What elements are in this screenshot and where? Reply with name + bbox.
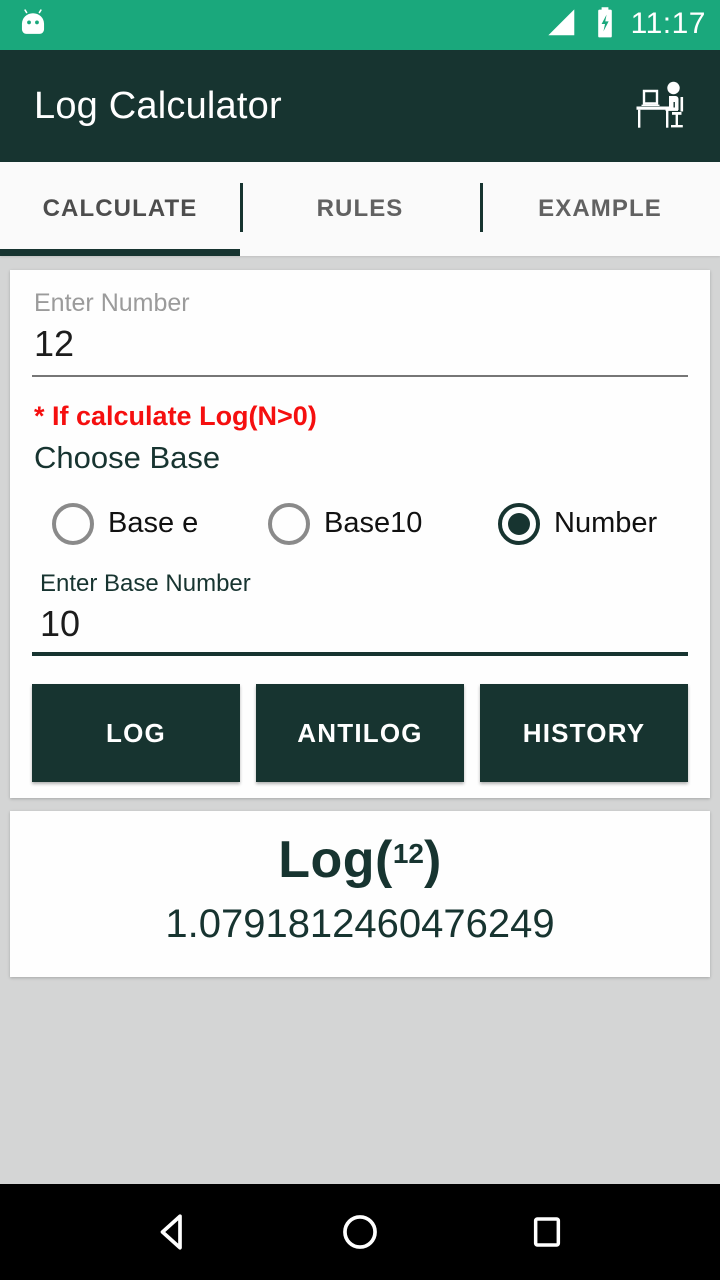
tab-example-label: EXAMPLE — [538, 195, 662, 222]
home-icon[interactable] — [324, 1196, 396, 1268]
result-expression-prefix: Log( — [278, 831, 393, 890]
tab-calculate[interactable]: CALCULATE — [0, 162, 240, 256]
tab-rules-label: RULES — [316, 195, 404, 222]
base-field-label: Enter Base Number — [40, 569, 251, 597]
tab-bar: CALCULATE RULES EXAMPLE — [0, 162, 720, 256]
page-title: Log Calculator — [34, 85, 282, 127]
tab-example[interactable]: EXAMPLE — [480, 162, 720, 256]
calculate-form-card: Enter Number 12 * If calculate Log(N>0) … — [10, 270, 710, 799]
battery-charging-icon — [593, 6, 617, 45]
number-field-label: Enter Number — [34, 289, 190, 317]
radio-circle-icon — [52, 502, 94, 545]
result-card: Log(12) 1.0791812460476249 — [10, 811, 710, 978]
tab-active-indicator — [0, 249, 240, 256]
recents-icon[interactable] — [511, 1196, 583, 1268]
base-number-input[interactable]: 10 — [32, 599, 688, 648]
number-input[interactable]: 12 — [32, 319, 688, 368]
base-input-underline — [32, 652, 688, 657]
result-expression-suffix: ) — [423, 831, 442, 890]
result-value: 1.0791812460476249 — [165, 902, 555, 947]
android-head-icon — [16, 6, 50, 45]
app-bar: Log Calculator — [0, 50, 720, 162]
status-bar-clock: 11:17 — [630, 7, 706, 40]
radio-circle-selected-icon — [498, 502, 540, 545]
app-root: 11:17 Log Calculator CALCULATE RULES EXA… — [0, 0, 720, 1280]
base-field-group: Enter Base Number 10 — [32, 569, 688, 657]
radio-circle-icon — [268, 502, 310, 545]
back-icon[interactable] — [137, 1196, 209, 1268]
result-expression: Log(12) — [10, 831, 710, 891]
warning-text: * If calculate Log(N>0) — [34, 401, 317, 432]
result-expression-argument: 12 — [392, 838, 424, 870]
status-bar-right: 11:17 — [545, 6, 706, 45]
number-field-group: Enter Number 12 — [32, 288, 688, 378]
history-button[interactable]: HISTORY — [480, 684, 688, 783]
signal-icon — [545, 8, 579, 43]
tab-rules[interactable]: RULES — [240, 162, 480, 256]
radio-option-number[interactable]: Number — [490, 502, 658, 545]
radio-option-base-10[interactable]: Base10 — [260, 502, 490, 545]
status-bar: 11:17 — [0, 0, 720, 50]
system-navigation-bar — [0, 1184, 720, 1280]
tab-calculate-label: CALCULATE — [42, 195, 198, 222]
person-at-desk-icon[interactable] — [622, 68, 698, 144]
choose-base-title: Choose Base — [34, 440, 221, 476]
radio-label-base-10: Base10 — [324, 507, 423, 540]
log-button[interactable]: LOG — [32, 684, 240, 783]
base-radio-group: Base e Base10 Number — [32, 477, 688, 569]
action-button-row: LOG ANTILOG HISTORY — [32, 662, 688, 783]
content-area: Enter Number 12 * If calculate Log(N>0) … — [0, 256, 720, 1184]
radio-label-base-e: Base e — [108, 507, 199, 540]
radio-label-number: Number — [554, 507, 658, 540]
antilog-button[interactable]: ANTILOG — [256, 684, 464, 783]
status-bar-left — [16, 6, 50, 45]
radio-option-base-e[interactable]: Base e — [32, 502, 260, 545]
number-input-underline — [32, 375, 688, 378]
